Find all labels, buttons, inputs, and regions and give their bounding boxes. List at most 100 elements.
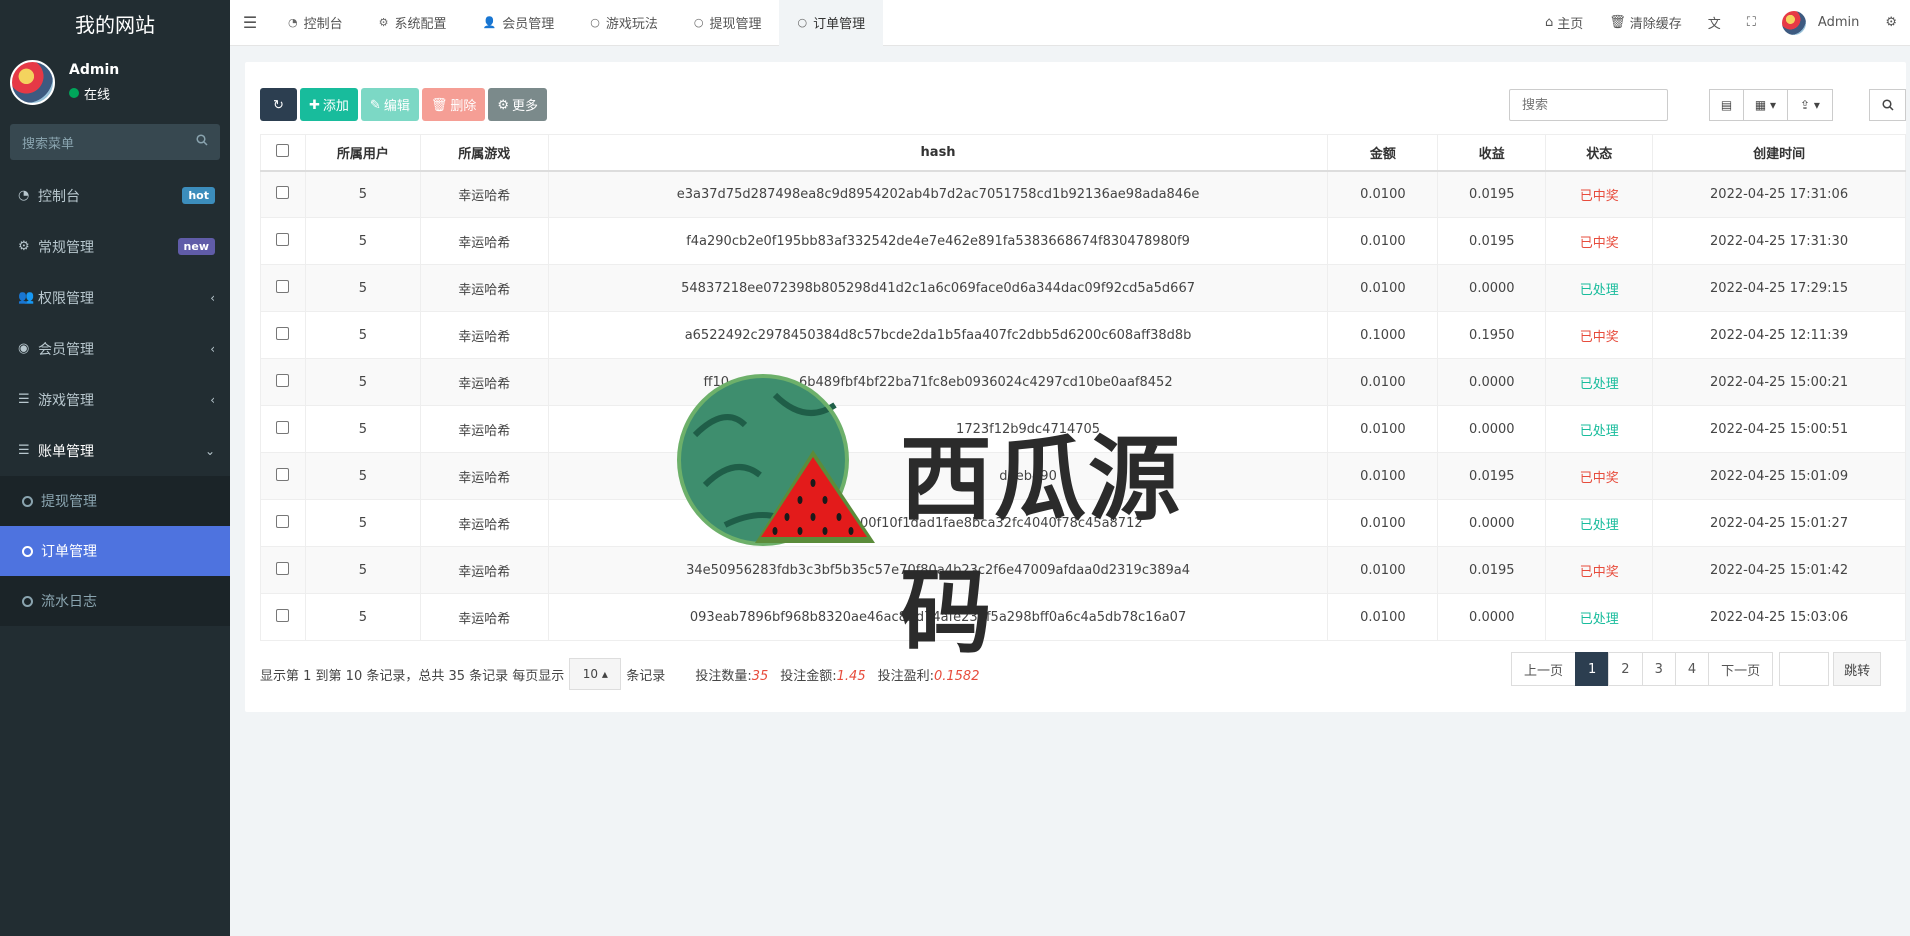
export-icon[interactable]: ⇪ ▾: [1787, 89, 1833, 121]
hamburger-icon[interactable]: ☰: [230, 13, 270, 32]
sidebar-item-games[interactable]: ☰ 游戏管理 ‹: [0, 374, 230, 425]
cell-user: 5: [304, 358, 421, 406]
sidebar-item-flow-log[interactable]: 流水日志: [0, 576, 230, 626]
page-4-button[interactable]: 4: [1674, 652, 1710, 686]
dashboard-icon: ◔: [18, 188, 30, 203]
row-checkbox[interactable]: [276, 373, 290, 387]
users-icon: 👥: [18, 290, 35, 305]
tab-withdraw[interactable]: ○ 提现管理: [676, 0, 780, 46]
cell-created: 2022-04-25 15:01:09: [1652, 452, 1906, 500]
col-created[interactable]: 创建时间: [1652, 134, 1906, 172]
col-game[interactable]: 所属游戏: [419, 134, 549, 172]
tab-game-play[interactable]: ○ 游戏玩法: [572, 0, 676, 46]
sidebar-item-withdraw[interactable]: 提现管理: [0, 476, 230, 526]
col-amount[interactable]: 金额: [1327, 134, 1439, 172]
table-row[interactable]: 5 幸运哈希 a6522492c2978450384d8c57bcde2da1b5f…: [260, 311, 1906, 359]
page-1-button[interactable]: 1: [1575, 652, 1610, 686]
cell-hash: a6522492c2978450384d8c57bcde2da1b5faa407…: [547, 311, 1329, 359]
cell-status: 已处理: [1545, 593, 1654, 641]
row-checkbox-cell: [260, 264, 306, 312]
col-status[interactable]: 状态: [1545, 134, 1654, 172]
row-checkbox[interactable]: [276, 608, 290, 622]
cell-amount: 0.0100: [1327, 452, 1439, 500]
cell-amount: 0.1000: [1327, 311, 1439, 359]
stat-bet-count: 投注数量:35: [695, 668, 769, 684]
orders-panel: ↻ ✚添加 ✎编辑 🗑删除 ⚙更多 ▤ ▦ ▾ ⇪ ▾ 所属用户 所属游戏 ha…: [245, 62, 1906, 712]
table-row[interactable]: 5 幸运哈希 093eab7896bf968b8320ae46ac8ffd74afe…: [260, 593, 1906, 641]
table-row[interactable]: 5 幸运哈希 e3a37d75d287498ea8c9d8954202ab4b7d2…: [260, 170, 1906, 218]
tab-dashboard[interactable]: ◔ 控制台: [270, 0, 361, 46]
col-user[interactable]: 所属用户: [304, 134, 421, 172]
topbar: ☰ ◔ 控制台 ⚙ 系统配置 👤 会员管理 ○ 游戏玩法 ○ 提现管理 ○ 订单管理 ⌂ 主页…: [230, 0, 1910, 46]
row-checkbox[interactable]: [276, 561, 290, 575]
edit-button[interactable]: ✎ 编辑: [360, 88, 419, 121]
jump-page-input[interactable]: [1779, 652, 1830, 686]
jump-button[interactable]: 跳转: [1833, 652, 1882, 686]
settings-icon[interactable]: ⚙: [1872, 15, 1910, 30]
sidebar-item-auth[interactable]: 👥 权限管理 ‹: [0, 272, 230, 323]
site-brand[interactable]: 我的网站: [0, 0, 230, 46]
caret-up-icon: ▴: [601, 667, 608, 681]
cell-profit: 0.0000: [1437, 593, 1547, 641]
advanced-search-group: [1869, 89, 1906, 121]
cell-hash: ff10 6b489fbf4bf22ba71fc8eb0936024c4297cd…: [547, 358, 1329, 406]
chevron-down-icon: ⌄: [204, 443, 215, 458]
add-button[interactable]: ✚ 添加: [300, 88, 358, 121]
cell-created: 2022-04-25 17:31:30: [1652, 217, 1906, 265]
gear-icon: ⚙: [497, 96, 510, 112]
plus-icon: ✚: [309, 96, 320, 112]
row-checkbox[interactable]: [276, 514, 290, 528]
search-icon[interactable]: [1869, 89, 1906, 121]
card-view-icon[interactable]: ▤: [1709, 89, 1744, 121]
table-row[interactable]: 5 幸运哈希 d2eb490 0.0100 0.0195 已中奖 2022-04-25 15…: [260, 452, 1906, 500]
cell-profit: 0.0000: [1437, 405, 1547, 453]
col-hash[interactable]: hash: [547, 134, 1329, 172]
page-2-button[interactable]: 2: [1608, 652, 1643, 686]
page-size-dropdown[interactable]: 10 ▴: [569, 658, 622, 690]
fullscreen-icon[interactable]: ⛶: [1734, 15, 1769, 30]
prev-page-button[interactable]: 上一页: [1511, 652, 1577, 686]
cell-profit: 0.0195: [1437, 170, 1547, 218]
columns-icon[interactable]: ▦ ▾: [1743, 89, 1788, 121]
table-row[interactable]: 5 幸运哈希 1723f12b9dc4714705 0.0100 0.0000 已处理 20…: [260, 405, 1906, 453]
more-button[interactable]: ⚙ 更多: [488, 88, 548, 121]
sidebar-item-orders[interactable]: 订单管理: [0, 526, 230, 576]
page-3-button[interactable]: 3: [1641, 652, 1676, 686]
delete-button[interactable]: 🗑 删除: [421, 88, 486, 121]
table-row[interactable]: 5 幸运哈希 645 c75a00f10f1dad1fae8bca32fc4040f7…: [260, 499, 1906, 547]
refresh-button[interactable]: ↻: [260, 88, 297, 121]
user-circle-icon: ◉: [18, 341, 30, 356]
cogs-icon: ⚙: [18, 239, 30, 254]
search-input[interactable]: [1509, 89, 1668, 121]
cell-user: 5: [304, 452, 421, 500]
sidebar-item-general[interactable]: ⚙ 常规管理 new: [0, 221, 230, 272]
pagination: 上一页 1 2 3 4 下一页 跳转: [1511, 652, 1882, 686]
table-row[interactable]: 5 幸运哈希 ff10 6b489fbf4bf22ba71fc8eb0936024c4…: [260, 358, 1906, 406]
cell-profit: 0.0000: [1437, 499, 1547, 547]
clear-cache-button[interactable]: 🗑 清除缓存: [1596, 13, 1695, 32]
sidebar-item-billing[interactable]: ☰ 账单管理 ⌄: [0, 425, 230, 476]
col-profit[interactable]: 收益: [1437, 134, 1547, 172]
admin-menu[interactable]: Admin: [1769, 10, 1872, 35]
cell-user: 5: [304, 499, 421, 547]
select-all-checkbox[interactable]: [276, 143, 290, 157]
sidebar-item-dashboard[interactable]: ◔ 控制台 hot: [0, 170, 230, 221]
tab-system-config[interactable]: ⚙ 系统配置: [361, 0, 465, 46]
sidebar-item-members[interactable]: ◉ 会员管理 ‹: [0, 323, 230, 374]
row-checkbox[interactable]: [276, 279, 290, 293]
row-checkbox[interactable]: [276, 467, 290, 481]
table-row[interactable]: 5 幸运哈希 54837218ee072398b805298d41d2c1a6c06…: [260, 264, 1906, 312]
row-checkbox[interactable]: [276, 185, 290, 199]
chevron-left-icon: ‹: [210, 290, 215, 305]
row-checkbox[interactable]: [276, 420, 290, 434]
table-row[interactable]: 5 幸运哈希 34e50956283fdb3c3bf5b35c57e70f80a4b…: [260, 546, 1906, 594]
table-row[interactable]: 5 幸运哈希 f4a290cb2e0f195bb83af332542de4e7e46…: [260, 217, 1906, 265]
menu-search-input[interactable]: 搜索菜单: [10, 124, 220, 160]
home-link[interactable]: ⌂ 主页: [1532, 13, 1596, 32]
tab-orders[interactable]: ○ 订单管理: [779, 0, 884, 46]
tab-members[interactable]: 👤 会员管理: [465, 0, 573, 46]
row-checkbox[interactable]: [276, 326, 290, 340]
language-icon[interactable]: 文: [1695, 13, 1734, 32]
row-checkbox[interactable]: [276, 232, 290, 246]
next-page-button[interactable]: 下一页: [1708, 652, 1774, 686]
